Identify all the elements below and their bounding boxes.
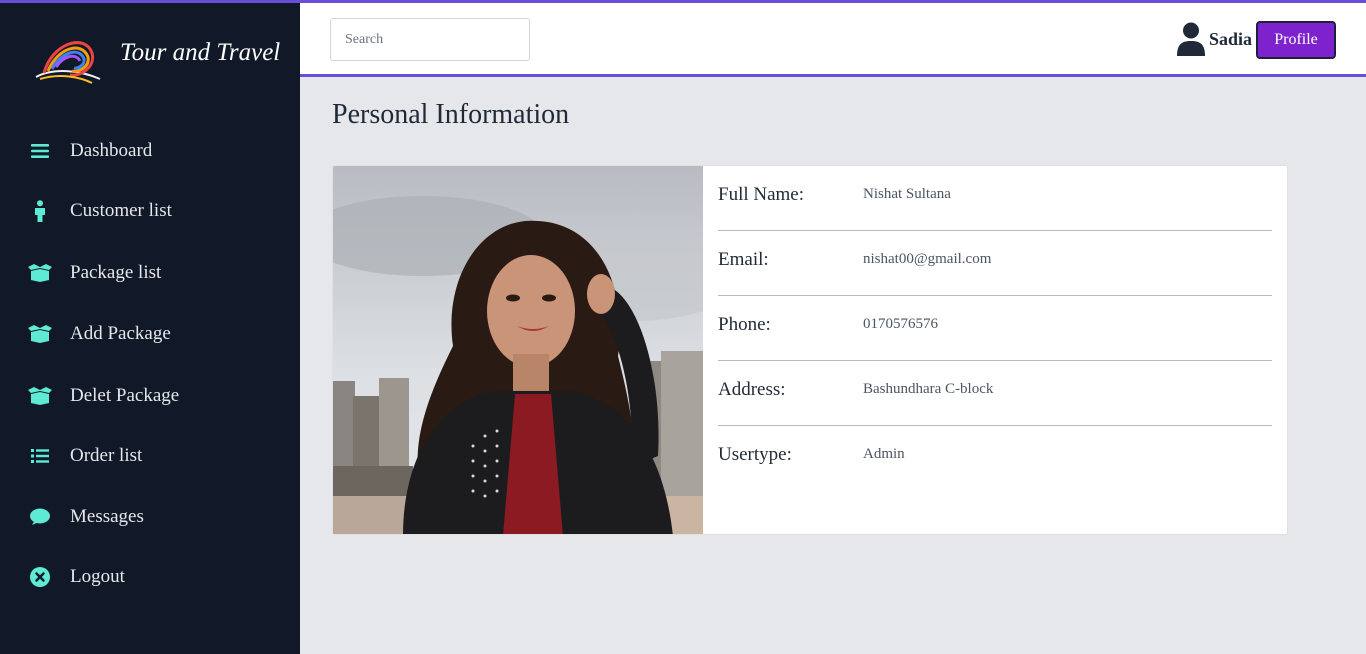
field-label: Email: [718,249,769,270]
brand[interactable]: Tour and Travel [30,33,290,89]
sidebar-item-label: Messages [70,506,144,527]
chat-bubble-icon [28,505,52,529]
field-label: Usertype: [718,444,792,465]
sidebar-item-label: Package list [70,262,162,283]
sidebar: Tour and Travel Dashboard Customer list … [0,3,300,654]
box-open-icon [28,384,52,408]
info-row-address: Address: Bashundhara C-block [718,361,1272,426]
field-value: Nishat Sultana [863,186,951,202]
search-input[interactable] [330,18,530,61]
info-list: Full Name: Nishat Sultana Email: nishat0… [718,166,1272,491]
sidebar-item-label: Delet Package [70,385,180,406]
brand-title: Tour and Travel [120,39,281,66]
sidebar-item-dashboard[interactable]: Dashboard [28,131,278,171]
user-avatar-icon[interactable] [1176,22,1206,56]
brand-logo-icon [35,41,101,84]
field-label: Full Name: [718,184,805,205]
info-row-usertype: Usertype: Admin [718,426,1272,491]
field-label: Address: [718,379,786,400]
personal-info-card: Full Name: Nishat Sultana Email: nishat0… [332,165,1288,535]
sidebar-item-label: Customer list [70,200,172,221]
box-open-icon [28,261,52,285]
info-row-email: Email: nishat00@gmail.com [718,231,1272,296]
list-icon [28,444,52,468]
sidebar-item-order-list[interactable]: Order list [28,436,278,476]
profile-button[interactable]: Profile [1256,21,1336,59]
sidebar-item-label: Dashboard [70,140,153,161]
field-value: Bashundhara C-block [863,381,994,397]
sidebar-item-customer-list[interactable]: Customer list [28,191,278,231]
field-value: Admin [863,446,905,462]
sidebar-item-label: Add Package [70,323,171,344]
sidebar-item-label: Logout [70,566,125,587]
info-row-phone: Phone: 0170576576 [718,296,1272,361]
sidebar-item-package-list[interactable]: Package list [28,253,278,293]
box-open-icon [28,322,52,346]
sidebar-item-label: Order list [70,445,143,466]
field-value: 0170576576 [863,316,938,332]
field-value: nishat00@gmail.com [863,251,992,267]
person-icon [28,199,52,223]
profile-photo [333,166,703,534]
menu-bars-icon [28,139,52,163]
sidebar-item-delet-package[interactable]: Delet Package [28,376,278,416]
sidebar-item-logout[interactable]: Logout [28,557,278,597]
info-row-full-name: Full Name: Nishat Sultana [718,166,1272,231]
page-title: Personal Information [332,99,570,130]
field-label: Phone: [718,314,771,335]
user-name: Sadia [1209,29,1253,49]
top-header: Sadia Profile [300,3,1366,77]
sidebar-item-messages[interactable]: Messages [28,497,278,537]
close-circle-icon [28,565,52,589]
sidebar-item-add-package[interactable]: Add Package [28,314,278,354]
